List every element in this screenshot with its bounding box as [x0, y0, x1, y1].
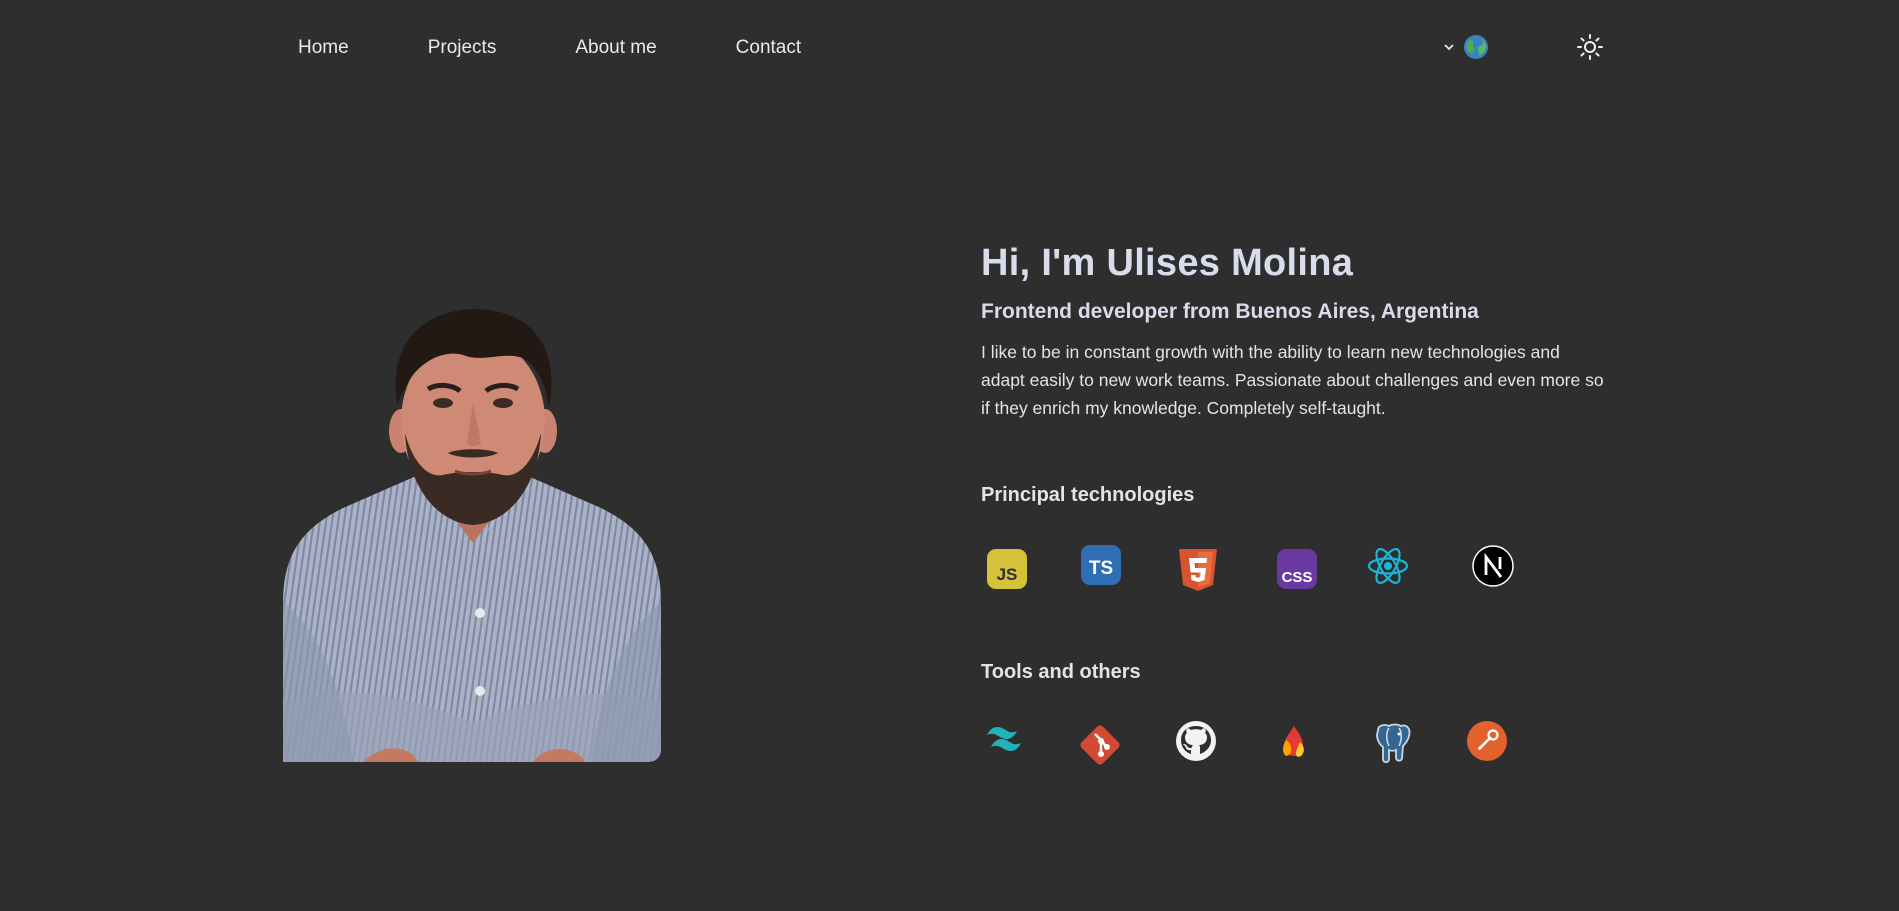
postman-icon[interactable] — [1464, 718, 1510, 764]
top-navigation: Home Projects About me Contact — [0, 0, 1899, 96]
intro-section: Hi, I'm Ulises Molina Frontend developer… — [981, 239, 1621, 422]
github-icon[interactable] — [1173, 718, 1219, 764]
nav-link-home[interactable]: Home — [298, 36, 349, 59]
git-icon[interactable] — [1077, 722, 1123, 768]
nextjs-icon[interactable] — [1470, 543, 1516, 589]
language-selector[interactable] — [1442, 33, 1490, 61]
css-icon[interactable]: CSS — [1275, 547, 1321, 593]
nav-link-contact[interactable]: Contact — [736, 36, 801, 59]
page: Home Projects About me Contact Hi, I'm U… — [0, 0, 1899, 911]
nav-link-projects[interactable]: Projects — [428, 36, 497, 59]
globe-icon — [1464, 35, 1488, 59]
tailwind-icon[interactable] — [983, 718, 1029, 764]
postgresql-icon[interactable] — [1369, 720, 1415, 766]
nav-links: Home Projects About me Contact — [298, 36, 801, 59]
svg-text:JS: JS — [997, 565, 1018, 584]
typescript-icon[interactable]: TS — [1079, 543, 1125, 589]
svg-text:TS: TS — [1089, 558, 1113, 579]
technologies-icons: JS TS CSS — [981, 543, 1516, 593]
html5-icon[interactable] — [1175, 547, 1221, 593]
nav-link-about-me[interactable]: About me — [575, 36, 656, 59]
subtitle: Frontend developer from Buenos Aires, Ar… — [981, 300, 1479, 323]
chevron-down-icon — [1444, 44, 1454, 51]
svg-text:CSS: CSS — [1282, 569, 1313, 586]
react-icon[interactable] — [1365, 543, 1411, 589]
technologies-title: Principal technologies — [981, 484, 1195, 506]
tools-title: Tools and others — [981, 661, 1141, 683]
sun-icon[interactable] — [1576, 33, 1604, 61]
profile-photo — [283, 309, 661, 762]
javascript-icon[interactable]: JS — [985, 547, 1031, 593]
tools-icons — [981, 718, 1510, 768]
bio-text: I like to be in constant growth with the… — [981, 342, 1604, 418]
firebase-icon[interactable] — [1273, 722, 1319, 768]
page-title: Hi, I'm Ulises Molina — [981, 242, 1354, 284]
